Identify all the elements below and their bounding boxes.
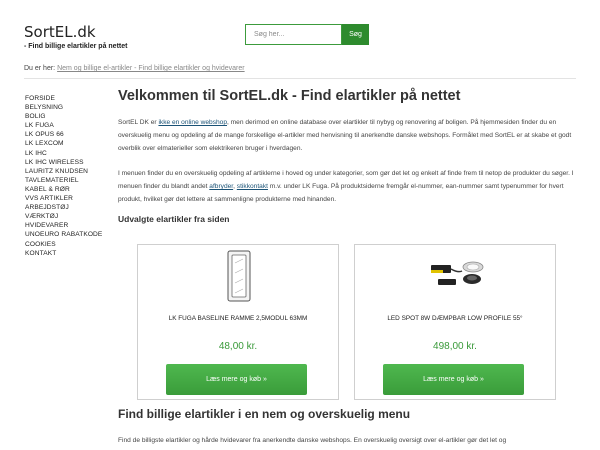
breadcrumb-link[interactable]: Nem og billige el-artikler - Find billig… [57,65,245,72]
sidebar-item-lk-ihc-wireless[interactable]: LK IHC WIRELESS [25,158,107,167]
site-title[interactable]: SortEL.dk [24,23,96,41]
product-card: LED SPOT 8W DÆMPBAR LOW PROFILE 55° 498,… [354,244,556,400]
intro-text-a: SortEL DK er [118,119,159,126]
led-spot-icon[interactable] [428,257,488,291]
product-name[interactable]: LED SPOT 8W DÆMPBAR LOW PROFILE 55° [355,315,555,322]
sidebar-item-forside[interactable]: FORSIDE [25,94,107,103]
site-header: SortEL.dk - Find billige elartikler på n… [0,0,600,62]
sidebar-item-bolig[interactable]: BOLIG [25,112,107,121]
read-more-buy-button[interactable]: Læs mere og køb » [383,364,524,395]
sidebar-item-lk-opus-66[interactable]: LK OPUS 66 [25,130,107,139]
sidebar-item-kontakt[interactable]: KONTAKT [25,249,107,258]
main-content: Velkommen til SortEL.dk - Find elartikle… [118,88,576,224]
sidebar-item-lauritz-knudsen[interactable]: LAURITZ KNUDSEN [25,167,107,176]
sidebar-item-cookies[interactable]: COOKIES [25,240,107,249]
page-title: Velkommen til SortEL.dk - Find elartikle… [118,88,461,104]
sidebar-item-tavlemateriel[interactable]: TAVLEMATERIEL [25,176,107,185]
sidebar-menu: FORSIDE BELYSNING BOLIG LK FUGA LK OPUS … [25,94,107,258]
sidebar-item-vaerktoj[interactable]: VÆRKTØJ [25,212,107,221]
products-heading: Udvalgte elartikler fra siden [118,214,230,224]
header-divider [24,78,576,79]
product-price: 48,00 kr. [218,341,258,352]
breadcrumb: Du er her: Nem og billige el-artikler - … [24,65,245,72]
search-button[interactable]: Søg [342,24,369,45]
search-input[interactable] [245,24,342,45]
sidebar-item-hvidevarer[interactable]: HVIDEVARER [25,221,107,230]
frame-icon[interactable] [226,249,252,303]
sidebar-item-lk-lexcom[interactable]: LK LEXCOM [25,139,107,148]
product-price: 498,00 kr. [433,341,477,352]
menu-section-heading: Find billige elartikler i en nem og over… [118,407,411,421]
online-webshop-link[interactable]: ikke en online webshop [158,119,227,126]
sidebar-item-lk-fuga[interactable]: LK FUGA [25,121,107,130]
featured-products: LK FUGA BASELINE RAMME 2,5MODUL 63MM 48,… [137,244,589,400]
sidebar-item-vvs-artikler[interactable]: VVS ARTIKLER [25,194,107,203]
afbryder-link[interactable]: afbryder [209,183,233,190]
stikkontakt-link[interactable]: stikkontakt [237,183,268,190]
breadcrumb-prefix: Du er her: [24,65,56,72]
sidebar-item-lk-ihc[interactable]: LK IHC [25,149,107,158]
sidebar-item-kabel-ror[interactable]: KABEL & RØR [25,185,107,194]
intro-paragraph: SortEL DK er ikke en online webshop, men… [118,116,576,155]
read-more-buy-button[interactable]: Læs mere og køb » [166,364,307,395]
product-name[interactable]: LK FUGA BASELINE RAMME 2,5MODUL 63MM [138,315,338,322]
sidebar-item-unoeuro-rabatkode[interactable]: UNOEURO RABATKODE [25,230,107,239]
site-tagline: - Find billige elartikler på nettet [24,43,128,50]
menu-paragraph: I menuen finder du en overskuelig opdeli… [118,167,576,206]
bottom-paragraph: Find de billigste elartikler og hårde hv… [118,437,507,444]
sidebar-item-arbejdstoj[interactable]: ARBEJDSTØJ [25,203,107,212]
product-card: LK FUGA BASELINE RAMME 2,5MODUL 63MM 48,… [137,244,339,400]
sidebar-item-belysning[interactable]: BELYSNING [25,103,107,112]
